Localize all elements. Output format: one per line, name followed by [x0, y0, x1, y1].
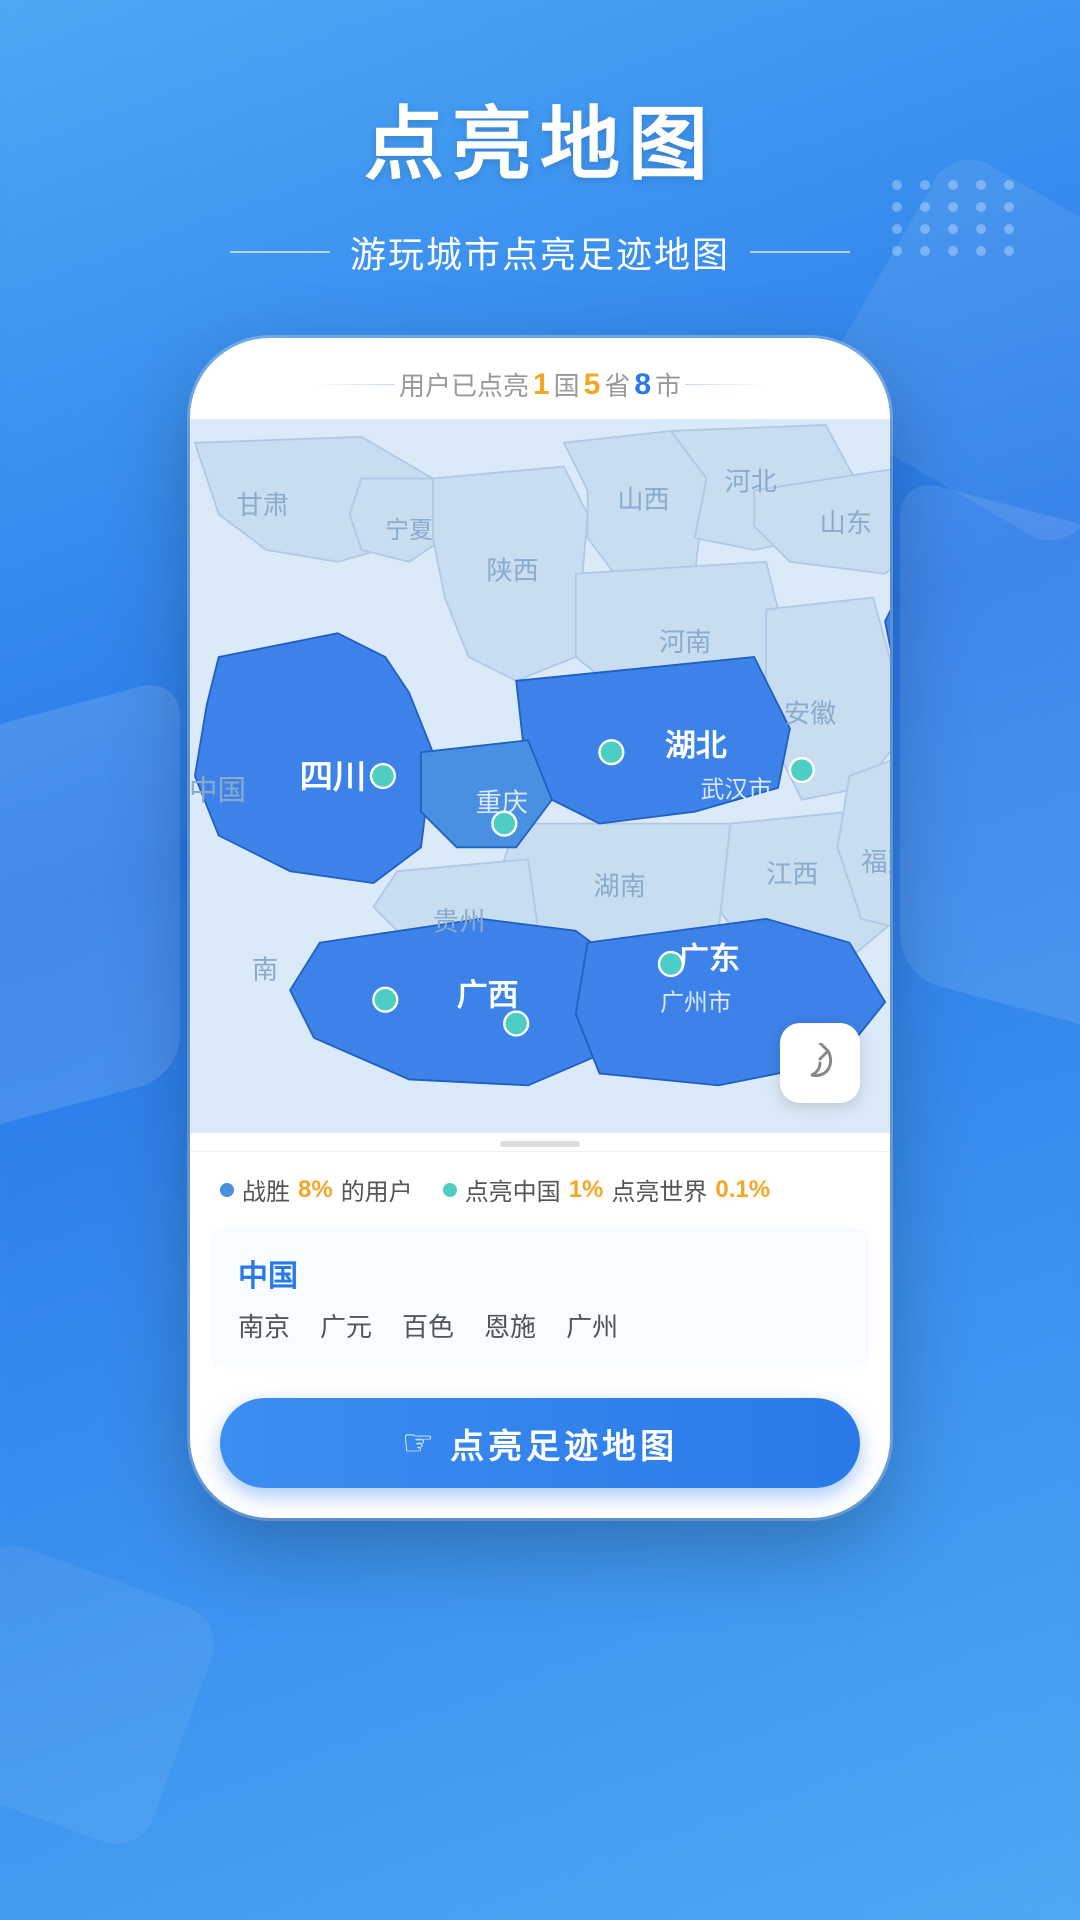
world-value: 0.1%: [715, 1176, 770, 1204]
svg-text:山东: 山东: [820, 508, 872, 538]
beat-suffix: 的用户: [341, 1172, 413, 1207]
city-3: 百色: [402, 1307, 454, 1344]
city-5: 广州: [566, 1307, 618, 1344]
stats-city-label: 市: [655, 366, 681, 403]
svg-text:河南: 河南: [659, 627, 711, 657]
svg-text:南: 南: [252, 954, 278, 984]
deco-line-left: [315, 384, 395, 385]
svg-text:江西: 江西: [766, 859, 818, 889]
china-dot: [443, 1183, 457, 1197]
city-2: 广元: [320, 1307, 372, 1344]
svg-text:中国: 中国: [190, 775, 246, 807]
map-area[interactable]: 甘肃 宁夏 陕西 山西 河北 山东 河南 安徽 江西 湖南 贵州 福建 四川 湖…: [190, 419, 890, 1133]
bottom-stats: 战胜 8% 的用户 点亮中国 1% 点亮世界 0.1%: [190, 1151, 890, 1217]
location-cities: 南京 广元 百色 恩施 广州: [238, 1307, 842, 1344]
svg-text:广西: 广西: [457, 978, 519, 1013]
stats-bar: 用户已点亮 1 国 5 省 8 市: [190, 338, 890, 419]
location-card: 中国 南京 广元 百色 恩施 广州: [210, 1227, 870, 1368]
city-4: 恩施: [484, 1307, 536, 1344]
cta-area: ☞ 点亮足迹地图: [190, 1378, 890, 1518]
svg-text:贵州: 贵州: [433, 907, 485, 937]
city-1: 南京: [238, 1307, 290, 1344]
stats-province-label: 省: [604, 366, 630, 403]
svg-text:武汉市: 武汉市: [701, 776, 772, 803]
cta-button[interactable]: ☞ 点亮足迹地图: [220, 1398, 860, 1488]
subtitle-line-right: [750, 251, 850, 253]
svg-text:安徽: 安徽: [784, 698, 836, 728]
svg-text:福建: 福建: [861, 847, 890, 877]
svg-text:河北: 河北: [724, 466, 776, 496]
svg-text:广东: 广东: [678, 941, 740, 976]
header: 点亮地图 游玩城市点亮足迹地图: [0, 0, 1080, 278]
svg-text:四川: 四川: [300, 759, 367, 796]
cta-icon: ☞: [402, 1422, 434, 1464]
phone-wrapper: 用户已点亮 1 国 5 省 8 市: [0, 338, 1080, 1518]
subtitle-line-left: [230, 251, 330, 253]
svg-text:甘肃: 甘肃: [237, 490, 289, 520]
location-title: 中国: [238, 1251, 842, 1295]
deco-line-right: [685, 384, 765, 385]
map-svg: 甘肃 宁夏 陕西 山西 河北 山东 河南 安徽 江西 湖南 贵州 福建 四川 湖…: [190, 419, 890, 1133]
beat-dot: [220, 1183, 234, 1197]
stats-prefix: 用户已点亮: [399, 366, 529, 403]
stats-cities: 8: [634, 368, 651, 402]
share-button[interactable]: [780, 1023, 860, 1103]
world-label: 点亮世界: [611, 1172, 707, 1207]
beat-value: 8%: [298, 1176, 333, 1204]
svg-text:广州市: 广州市: [660, 989, 731, 1016]
subtitle-row: 游玩城市点亮足迹地图: [0, 226, 1080, 278]
stats-countries: 1: [533, 368, 550, 402]
beat-label: 战胜: [242, 1172, 290, 1207]
subtitle-text: 游玩城市点亮足迹地图: [350, 226, 730, 278]
phone-frame: 用户已点亮 1 国 5 省 8 市: [190, 338, 890, 1518]
main-title: 点亮地图: [0, 80, 1080, 196]
china-label: 点亮中国: [465, 1172, 561, 1207]
china-stat: 点亮中国 1% 点亮世界 0.1%: [443, 1172, 770, 1207]
cta-label: 点亮足迹地图: [450, 1419, 678, 1468]
beat-stat: 战胜 8% 的用户: [220, 1172, 413, 1207]
china-value: 1%: [569, 1176, 604, 1204]
svg-text:宁夏: 宁夏: [385, 517, 433, 544]
svg-text:陕西: 陕西: [486, 556, 538, 586]
scroll-handle: [500, 1141, 580, 1147]
stats-provinces: 5: [584, 368, 601, 402]
svg-text:湖北: 湖北: [665, 728, 727, 763]
stats-country-label: 国: [554, 366, 580, 403]
svg-text:山西: 山西: [617, 484, 669, 514]
svg-text:湖南: 湖南: [594, 871, 646, 901]
